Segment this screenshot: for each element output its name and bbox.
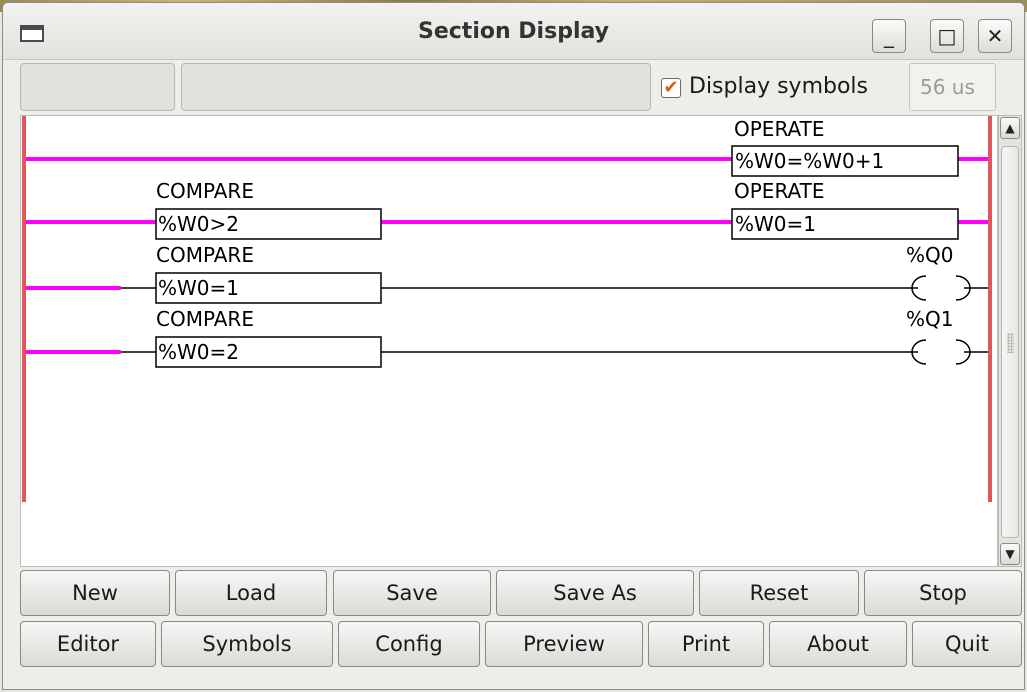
maximize-button[interactable]: □ (930, 19, 964, 53)
rung2-left-expr: %W0>2 (158, 212, 239, 236)
quit-button[interactable]: Quit (912, 621, 1022, 667)
rung4-left-expr: %W0=2 (158, 340, 239, 364)
minimize-button[interactable]: _ (872, 19, 906, 53)
print-button[interactable]: Print (648, 621, 764, 667)
rung2-right-label: OPERATE (734, 179, 825, 203)
window-title: Section Display (418, 19, 609, 44)
new-button[interactable]: New (20, 570, 170, 616)
ladder-canvas[interactable]: OPERATE %W0=%W0+1 COMPARE %W0>2 OPERATE … (20, 115, 998, 567)
rung4-left-label: COMPARE (156, 307, 254, 331)
rung1-right-expr: %W0=%W0+1 (735, 149, 884, 173)
toolbar: ✔ Display symbols 56 us (3, 60, 1024, 112)
rung2-left-label: COMPARE (156, 179, 254, 203)
ladder-diagram[interactable]: OPERATE %W0=%W0+1 COMPARE %W0>2 OPERATE … (21, 116, 997, 566)
reset-button[interactable]: Reset (699, 570, 859, 616)
checkmark-icon: ✔ (663, 77, 679, 98)
rung3-left-expr: %W0=1 (158, 276, 239, 300)
rung3-left-label: COMPARE (156, 243, 254, 267)
load-button[interactable]: Load (175, 570, 327, 616)
display-symbols-label[interactable]: Display symbols (689, 74, 868, 99)
stop-button[interactable]: Stop (864, 570, 1022, 616)
close-button[interactable]: ✕ (978, 19, 1012, 53)
preview-button[interactable]: Preview (485, 621, 643, 667)
config-button[interactable]: Config (338, 621, 480, 667)
save-button[interactable]: Save (333, 570, 491, 616)
rung4-coil-label: %Q1 (906, 307, 953, 331)
cycle-time-field: 56 us (909, 63, 996, 111)
rung2-right-expr: %W0=1 (735, 212, 816, 236)
editor-button[interactable]: Editor (20, 621, 156, 667)
scrollbar-thumb[interactable] (1001, 146, 1019, 538)
status-field-2 (181, 63, 651, 111)
arrow-up-icon[interactable]: ▲ (1000, 117, 1020, 139)
about-button[interactable]: About (769, 621, 907, 667)
vertical-scrollbar[interactable]: ▲ ▼ (998, 115, 1022, 567)
button-row-2: Editor Symbols Config Preview Print Abou… (3, 621, 1024, 667)
section-display-window: Section Display _ □ ✕ ✔ Display symbols … (2, 2, 1025, 690)
title-bar[interactable]: Section Display _ □ ✕ (3, 3, 1024, 60)
rung3-coil-label: %Q0 (906, 243, 953, 267)
rung1-right-label: OPERATE (734, 117, 825, 141)
button-row-1: New Load Save Save As Reset Stop (3, 570, 1024, 616)
symbols-button[interactable]: Symbols (161, 621, 333, 667)
status-field-1 (20, 63, 175, 111)
display-symbols-checkbox[interactable]: ✔ (661, 78, 681, 98)
grip-icon (1007, 333, 1014, 353)
save-as-button[interactable]: Save As (496, 570, 694, 616)
arrow-down-icon[interactable]: ▼ (1000, 543, 1020, 565)
